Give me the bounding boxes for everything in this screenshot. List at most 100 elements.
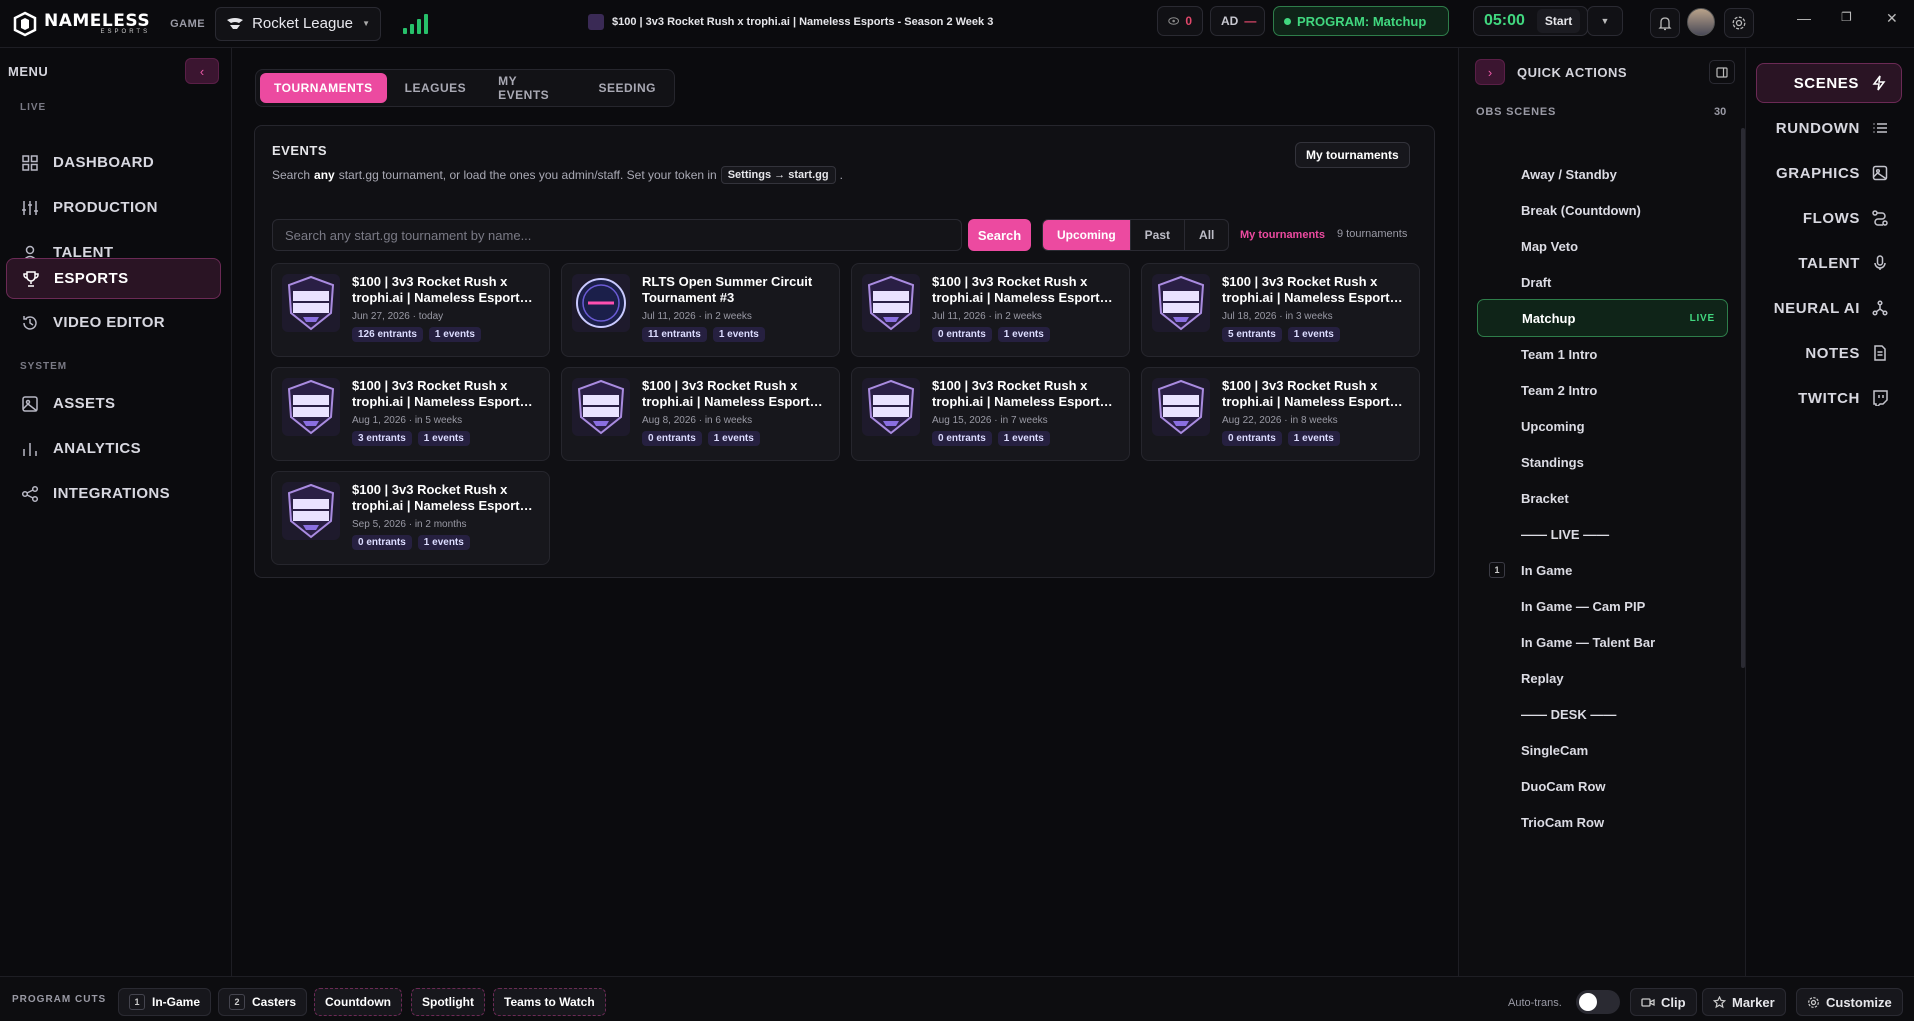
tournament-relative-date: in 6 weeks xyxy=(704,415,753,426)
close-window-icon[interactable]: ✕ xyxy=(1886,10,1898,27)
time-filter: Upcoming Past All xyxy=(1042,219,1230,251)
scene-item[interactable]: Draft xyxy=(1477,263,1728,301)
clip-button[interactable]: Clip xyxy=(1630,988,1697,1016)
right-nav-twitch[interactable]: TWITCH xyxy=(1756,378,1902,418)
ad-indicator[interactable]: AD — xyxy=(1210,6,1265,36)
program-cuts-bar: PROGRAM CUTS 1 In-Game 2 Casters Countdo… xyxy=(0,976,1914,1021)
settings-button[interactable] xyxy=(1724,8,1754,38)
tournament-date: Jul 11, 2026 · in 2 weeks xyxy=(932,311,1042,322)
tab-seeding[interactable]: SEEDING xyxy=(584,73,670,103)
tournament-card[interactable]: $100 | 3v3 Rocket Rush x trophi.ai | Nam… xyxy=(271,471,550,565)
user-avatar[interactable] xyxy=(1687,8,1715,36)
scene-item[interactable]: Bracket xyxy=(1477,479,1728,517)
right-nav-graphics[interactable]: GRAPHICS xyxy=(1756,153,1902,193)
cut-in-game-button[interactable]: 1 In-Game xyxy=(118,988,212,1016)
event-title-text: $100 | 3v3 Rocket Rush x trophi.ai | Nam… xyxy=(612,16,994,28)
tournament-relative-date: in 2 weeks xyxy=(704,311,752,322)
scene-item[interactable]: Replay xyxy=(1477,659,1728,697)
star-icon xyxy=(1713,995,1726,1008)
restore-window-icon[interactable]: ❐ xyxy=(1841,10,1852,24)
scene-item[interactable]: In Game — Talent Bar xyxy=(1477,623,1728,661)
timer-start-button[interactable]: Start xyxy=(1536,9,1581,33)
my-tournaments-button[interactable]: My tournaments xyxy=(1295,142,1410,168)
sidebar-item-esports[interactable]: ESPORTS xyxy=(6,258,221,299)
expand-quick-actions-button[interactable]: › xyxy=(1475,59,1505,85)
signal-strength-icon xyxy=(403,13,429,34)
scene-item[interactable]: Team 1 Intro xyxy=(1477,335,1728,373)
sidebar-item-integrations[interactable]: INTEGRATIONS xyxy=(6,473,221,514)
search-button[interactable]: Search xyxy=(968,219,1031,251)
scene-item[interactable]: 1 In Game xyxy=(1477,551,1728,589)
scene-item[interactable]: In Game — Cam PIP xyxy=(1477,587,1728,625)
right-nav-flows[interactable]: FLOWS xyxy=(1756,198,1902,238)
sidebar-item-analytics[interactable]: ANALYTICS xyxy=(6,428,221,469)
sidebar-item-dashboard[interactable]: DASHBOARD xyxy=(6,142,221,183)
brand-logo[interactable]: NAMELESS ESPORTS xyxy=(12,11,150,37)
filter-all[interactable]: All xyxy=(1184,220,1228,250)
scene-item[interactable]: SingleCam xyxy=(1477,731,1728,769)
scene-item[interactable]: DuoCam Row xyxy=(1477,767,1728,805)
viewer-count[interactable]: 0 xyxy=(1157,6,1203,36)
toggle-panel-button[interactable] xyxy=(1709,60,1735,84)
scene-list-scrollbar[interactable] xyxy=(1741,128,1745,668)
tournament-logo xyxy=(282,274,340,332)
scene-item[interactable]: —— LIVE —— xyxy=(1477,515,1728,553)
scene-item[interactable]: Upcoming xyxy=(1477,407,1728,445)
tournament-card[interactable]: $100 | 3v3 Rocket Rush x trophi.ai | Nam… xyxy=(1141,367,1420,461)
scene-item[interactable]: TrioCam Row xyxy=(1477,803,1728,841)
tournament-card[interactable]: $100 | 3v3 Rocket Rush x trophi.ai | Nam… xyxy=(271,263,550,357)
cut-countdown-button[interactable]: Countdown xyxy=(314,988,402,1016)
tab-tournaments[interactable]: TOURNAMENTS xyxy=(260,73,387,103)
sidebar-item-production[interactable]: PRODUCTION xyxy=(6,187,221,228)
cut-spotlight-button[interactable]: Spotlight xyxy=(411,988,485,1016)
scene-item[interactable]: Break (Countdown) xyxy=(1477,191,1728,229)
marker-button[interactable]: Marker xyxy=(1702,988,1786,1016)
tournament-logo xyxy=(862,378,920,436)
tab-leagues[interactable]: LEAGUES xyxy=(391,73,481,103)
tournament-card[interactable]: $100 | 3v3 Rocket Rush x trophi.ai | Nam… xyxy=(851,263,1130,357)
game-select[interactable]: Rocket League ▼ xyxy=(215,6,382,41)
scene-item[interactable]: Map Veto xyxy=(1477,227,1728,265)
tab-my-events[interactable]: MY EVENTS xyxy=(484,73,580,103)
tournament-card[interactable]: $100 | 3v3 Rocket Rush x trophi.ai | Nam… xyxy=(561,367,840,461)
tournament-search-input[interactable] xyxy=(272,219,962,251)
scene-item[interactable]: Matchup LIVE xyxy=(1477,299,1728,337)
sidebar-item-assets[interactable]: ASSETS xyxy=(6,383,221,424)
collapse-sidebar-button[interactable]: ‹ xyxy=(185,58,219,84)
sidebar-item-video-editor[interactable]: VIDEO EDITOR xyxy=(6,302,221,343)
tournament-card[interactable]: $100 | 3v3 Rocket Rush x trophi.ai | Nam… xyxy=(271,367,550,461)
event-logo-icon xyxy=(588,14,604,30)
scene-item[interactable]: Standings xyxy=(1477,443,1728,481)
timer-options-button[interactable]: ▼ xyxy=(1587,6,1623,36)
chevron-down-icon: ▼ xyxy=(362,19,371,28)
game-value: Rocket League xyxy=(252,15,353,32)
scene-item[interactable]: —— DESK —— xyxy=(1477,695,1728,733)
tournament-relative-date: in 5 weeks xyxy=(414,415,463,426)
tournament-card[interactable]: $100 | 3v3 Rocket Rush x trophi.ai | Nam… xyxy=(851,367,1130,461)
tournament-card[interactable]: RLTS Open Summer Circuit Tournament #3 Ju… xyxy=(561,263,840,357)
my-tournaments-link[interactable]: My tournaments xyxy=(1240,229,1325,241)
customize-button[interactable]: Customize xyxy=(1796,988,1903,1016)
filter-upcoming[interactable]: Upcoming xyxy=(1043,220,1130,250)
right-nav-label: SCENES xyxy=(1793,74,1859,92)
tournament-card[interactable]: $100 | 3v3 Rocket Rush x trophi.ai | Nam… xyxy=(1141,263,1420,357)
program-status[interactable]: PROGRAM: Matchup xyxy=(1273,6,1449,36)
notifications-button[interactable] xyxy=(1650,8,1680,38)
cut-casters-button[interactable]: 2 Casters xyxy=(218,988,308,1016)
minimize-window-icon[interactable]: — xyxy=(1797,10,1811,26)
auto-transition-toggle[interactable] xyxy=(1576,990,1620,1014)
filter-past[interactable]: Past xyxy=(1129,220,1184,250)
scene-item[interactable]: Away / Standby xyxy=(1477,155,1728,193)
scene-item[interactable]: Team 2 Intro xyxy=(1477,371,1728,409)
right-nav-scenes[interactable]: SCENES xyxy=(1756,63,1902,103)
right-nav-notes[interactable]: NOTES xyxy=(1756,333,1902,373)
right-nav-neural-ai[interactable]: NEURAL AI xyxy=(1756,288,1902,328)
cut-teams-to-watch-button[interactable]: Teams to Watch xyxy=(493,988,606,1016)
tournament-date: Jul 11, 2026 · in 2 weeks xyxy=(642,311,752,322)
right-nav-label: TALENT xyxy=(1798,254,1860,272)
right-nav-talent[interactable]: TALENT xyxy=(1756,243,1902,283)
bell-icon xyxy=(1658,16,1672,30)
tournament-relative-date: in 2 weeks xyxy=(994,311,1042,322)
right-nav-rundown[interactable]: RUNDOWN xyxy=(1756,108,1902,148)
rocket-rush-logo-icon xyxy=(577,379,625,435)
